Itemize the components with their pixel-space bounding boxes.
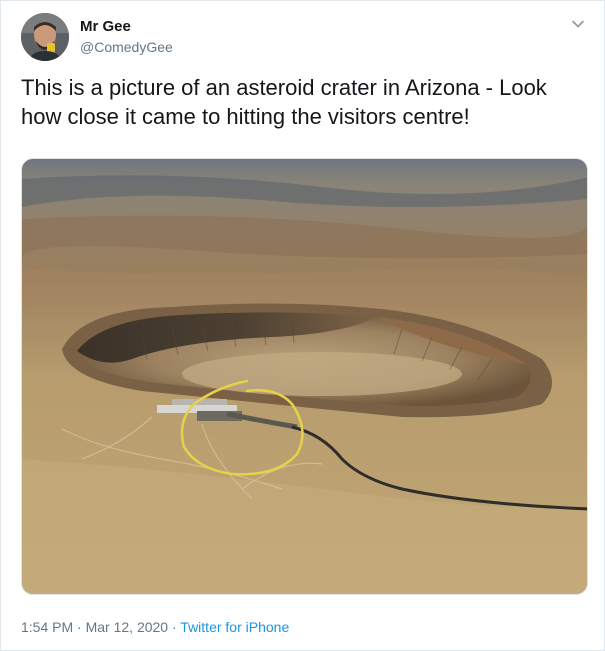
chevron-down-icon[interactable] — [569, 15, 587, 33]
avatar-image — [21, 13, 69, 61]
tweet-date[interactable]: Mar 12, 2020 — [86, 619, 169, 635]
tweet-text: This is a picture of an asteroid crater … — [21, 75, 547, 129]
tweet-header: Mr Gee @ComedyGee — [21, 13, 591, 63]
tweet-meta: 1:54 PM · Mar 12, 2020 · Twitter for iPh… — [21, 618, 289, 636]
display-name[interactable]: Mr Gee — [80, 18, 131, 36]
avatar[interactable] — [21, 13, 69, 61]
tweet-card: Mr Gee @ComedyGee This is a picture of a… — [0, 0, 605, 651]
crater-photo — [22, 159, 587, 594]
meta-separator-2: · — [168, 619, 181, 635]
tweet-source-link[interactable]: Twitter for iPhone — [180, 619, 289, 635]
meta-separator: · — [73, 619, 86, 635]
user-handle[interactable]: @ComedyGee — [80, 38, 173, 56]
tweet-time[interactable]: 1:54 PM — [21, 619, 73, 635]
tweet-photo[interactable] — [21, 158, 588, 595]
